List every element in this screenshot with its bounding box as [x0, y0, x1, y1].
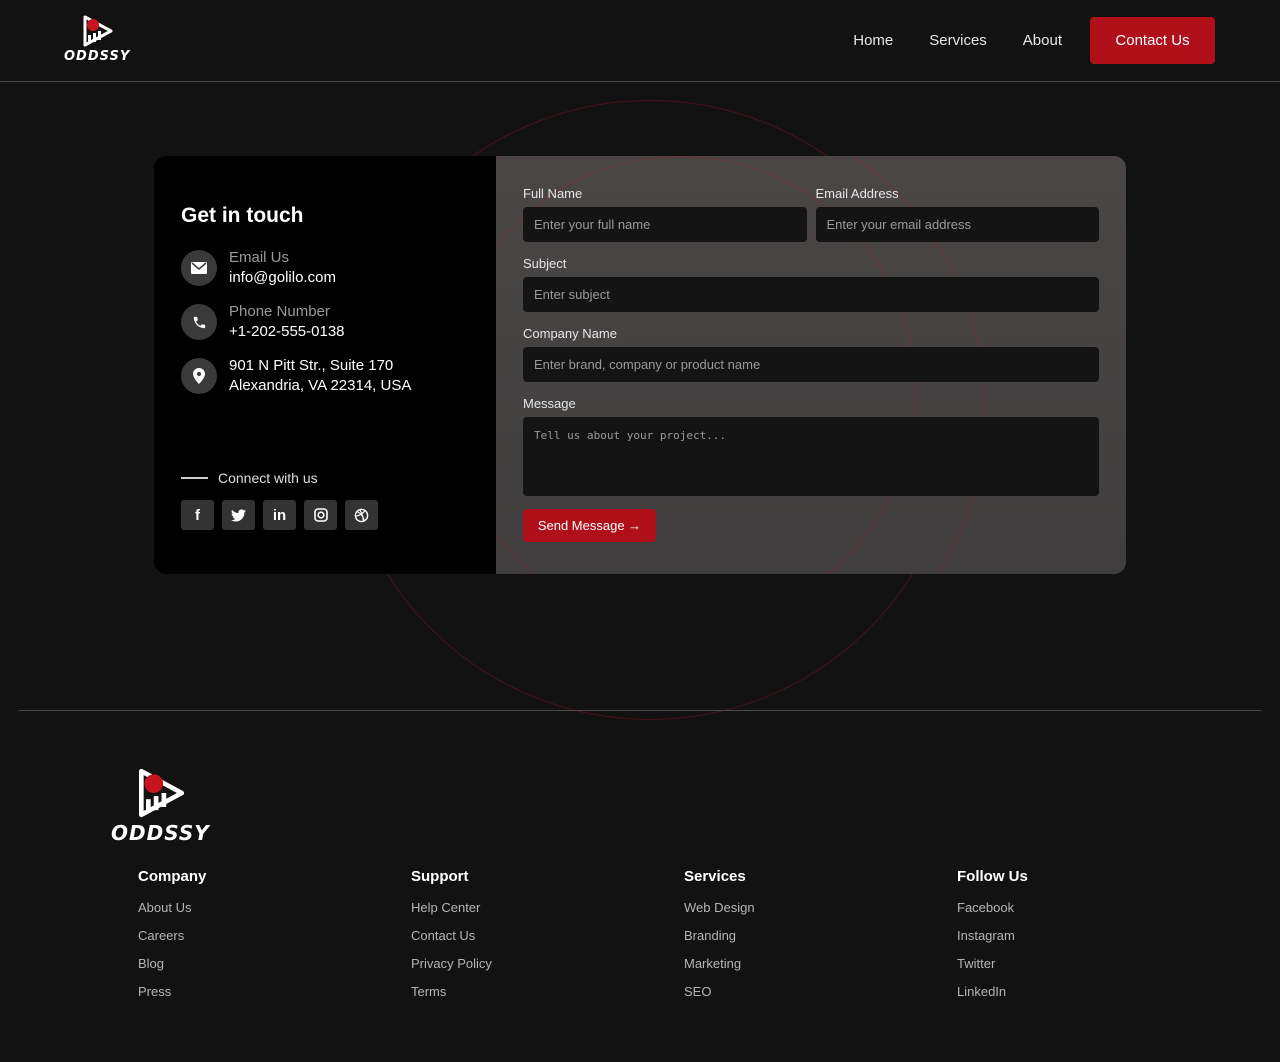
footer-link[interactable]: Careers [138, 928, 411, 943]
full-name-input[interactable]: Enter your full name [523, 207, 807, 242]
instagram-icon[interactable] [304, 500, 337, 530]
footer-column-services: Services Web Design Branding Marketing SEO [684, 868, 957, 1012]
address-info: 901 N Pitt Str., Suite 170 Alexandria, VA… [181, 356, 469, 396]
contact-card: Get in touch Email Us info@golilo.com Pho… [154, 156, 1126, 574]
address-line-2: Alexandria, VA 22314, USA [229, 377, 412, 394]
email-label: Email Us [229, 249, 290, 266]
footer-link[interactable]: Help Center [411, 900, 684, 915]
company-input[interactable]: Enter brand, company or product name [523, 347, 1099, 382]
footer-link[interactable]: Blog [138, 956, 411, 971]
footer-link[interactable]: Twitter [957, 956, 1230, 971]
footer-link[interactable]: Terms [411, 984, 684, 999]
footer-link[interactable]: Instagram [957, 928, 1230, 943]
column-title: Services [684, 868, 746, 885]
linkedin-icon[interactable]: in [263, 500, 296, 530]
envelope-icon [181, 250, 217, 286]
footer-link[interactable]: About Us [138, 900, 411, 915]
facebook-icon[interactable]: f [181, 500, 214, 530]
contact-info-panel: Get in touch Email Us info@golilo.com Pho… [154, 156, 496, 574]
footer-link[interactable]: Branding [684, 928, 957, 943]
message-textarea[interactable]: Tell us about your project... [523, 417, 1099, 496]
subject-input[interactable]: Enter subject [523, 277, 1099, 312]
nav-services[interactable]: Services [929, 32, 987, 49]
footer-column-follow: Follow Us Facebook Instagram Twitter Linked… [957, 868, 1230, 1012]
address-line-1: 901 N Pitt Str., Suite 170 [229, 357, 394, 374]
email-value[interactable]: info@golilo.com [229, 268, 336, 288]
footer-columns: Company About Us Careers Blog Press Support… [138, 868, 1230, 1012]
connect-heading: Connect with us [181, 470, 318, 486]
phone-icon [181, 304, 217, 340]
contact-title: Get in touch [181, 204, 304, 227]
message-label: Message [523, 396, 576, 411]
column-title: Follow Us [957, 868, 1028, 885]
connect-label: Connect with us [218, 470, 318, 486]
logo-icon [83, 15, 113, 47]
social-links: f in [181, 500, 378, 530]
footer-link[interactable]: SEO [684, 984, 957, 999]
company-label: Company Name [523, 326, 617, 341]
phone-info: Phone Number +1-202-555-0138 [181, 302, 469, 342]
phone-value[interactable]: +1-202-555-0138 [229, 322, 345, 342]
footer-link[interactable]: Facebook [957, 900, 1230, 915]
footer-link[interactable]: LinkedIn [957, 984, 1230, 999]
full-name-label: Full Name [523, 186, 583, 201]
email-address-label: Email Address [815, 186, 899, 201]
footer-link[interactable]: Privacy Policy [411, 956, 684, 971]
header: ODDSSY Home Services About Contact Us [0, 0, 1280, 82]
footer-link[interactable]: Web Design [684, 900, 957, 915]
email-info: Email Us info@golilo.com [181, 248, 469, 288]
nav-home[interactable]: Home [853, 32, 893, 49]
contact-us-button[interactable]: Contact Us [1090, 17, 1215, 64]
logo-wordmark: ODDSSY [111, 821, 210, 845]
footer-divider [19, 710, 1261, 711]
footer-link[interactable]: Contact Us [411, 928, 684, 943]
phone-label: Phone Number [229, 303, 330, 320]
twitter-icon[interactable] [222, 500, 255, 530]
subject-label: Subject [523, 256, 567, 271]
logo[interactable]: ODDSSY [64, 13, 130, 64]
send-message-button[interactable]: Send Message → [523, 509, 656, 542]
main-nav: Home Services About Contact Us [853, 17, 1215, 64]
column-title: Company [138, 868, 207, 885]
logo-wordmark: ODDSSY [64, 49, 131, 64]
footer-logo[interactable]: ODDSSY [111, 765, 210, 845]
location-pin-icon [181, 358, 217, 394]
footer-link[interactable]: Press [138, 984, 411, 999]
email-input[interactable]: Enter your email address [815, 207, 1099, 242]
footer-column-company: Company About Us Careers Blog Press [138, 868, 411, 1012]
logo-icon [139, 768, 185, 818]
dribbble-icon[interactable] [345, 500, 378, 530]
contact-form: Full Name Enter your full name Email Addr… [496, 156, 1126, 574]
footer-column-support: Support Help Center Contact Us Privacy Pol… [411, 868, 684, 1012]
column-title: Support [411, 868, 469, 885]
footer-link[interactable]: Marketing [684, 956, 957, 971]
nav-about[interactable]: About [1023, 32, 1062, 49]
